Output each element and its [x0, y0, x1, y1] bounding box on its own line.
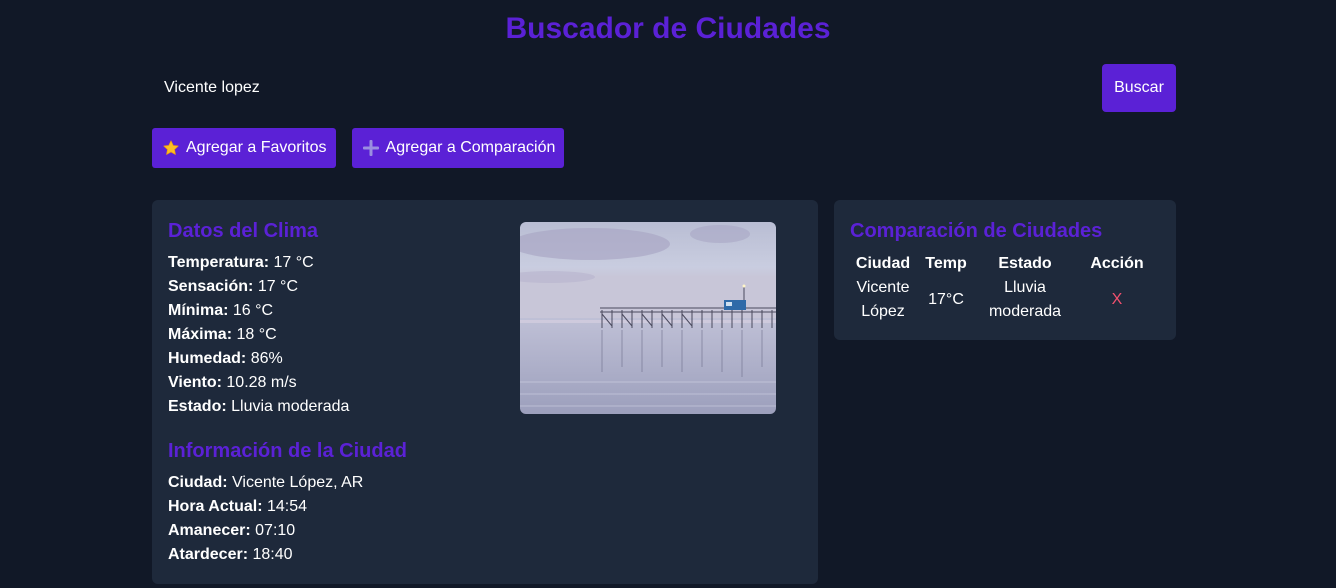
row-action: X: [1074, 276, 1160, 324]
column-header-status: Estado: [998, 255, 1052, 272]
search-button[interactable]: Buscar: [1102, 64, 1176, 112]
city-row-name: Ciudad: Vicente López, AR: [168, 474, 364, 491]
column-header-city: Ciudad: [855, 255, 911, 272]
column-header-temp: Temp: [925, 255, 967, 272]
add-comparison-label: Agregar a Comparación: [385, 139, 556, 156]
search-input[interactable]: [152, 64, 1102, 112]
weather-row-wind: Viento: 10.28 m/s: [168, 374, 297, 391]
search-bar: Buscar: [152, 64, 1176, 112]
weather-panel: Datos del Clima Temperatura: 17 °C Sensa…: [152, 200, 818, 584]
weather-row-temperature: Temperatura: 17 °C: [168, 254, 314, 271]
city-photo: [520, 222, 776, 414]
comparison-header-row: Ciudad Temp Estado Acción: [850, 252, 1160, 276]
weather-title: Datos del Clima: [168, 220, 319, 242]
action-buttons: Agregar a Favoritos Agregar a Comparació…: [152, 128, 565, 168]
city-row-time: Hora Actual: 14:54: [168, 498, 308, 515]
weather-row-feels-like: Sensación: 17 °C: [168, 278, 299, 295]
column-header-action: Acción: [1090, 255, 1144, 272]
city-row-sunrise: Amanecer: 07:10: [168, 522, 296, 539]
add-comparison-button[interactable]: Agregar a Comparación: [351, 128, 565, 168]
row-city: Vicente López: [856, 279, 910, 320]
add-favorites-label: Agregar a Favoritos: [186, 139, 327, 156]
star-icon: [162, 139, 180, 157]
weather-row-max: Máxima: 18 °C: [168, 326, 277, 343]
city-row-sunset: Atardecer: 18:40: [168, 546, 293, 563]
remove-city-button[interactable]: X: [1112, 291, 1123, 309]
weather-data-list: Temperatura: 17 °C Sensación: 17 °C Míni…: [168, 251, 349, 419]
row-status: Lluvia moderada: [988, 279, 1062, 320]
plus-icon: [362, 139, 380, 157]
row-temp: 17°C: [928, 291, 964, 308]
weather-row-min: Mínima: 16 °C: [168, 302, 274, 319]
page-title: Buscador de Ciudades: [505, 12, 831, 45]
city-info-title: Información de la Ciudad: [168, 440, 407, 462]
comparison-panel: Comparación de Ciudades Ciudad Temp Esta…: [834, 200, 1176, 340]
add-favorites-button[interactable]: Agregar a Favoritos: [152, 128, 336, 168]
comparison-table: Ciudad Temp Estado Acción Vicente López …: [850, 252, 1160, 324]
weather-row-humidity: Humedad: 86%: [168, 350, 283, 367]
weather-row-status: Estado: Lluvia moderada: [168, 398, 350, 415]
comparison-title: Comparación de Ciudades: [850, 220, 1103, 242]
table-row: Vicente López 17°C Lluvia moderada X: [850, 276, 1160, 324]
city-info-list: Ciudad: Vicente López, AR Hora Actual: 1…: [168, 471, 363, 567]
